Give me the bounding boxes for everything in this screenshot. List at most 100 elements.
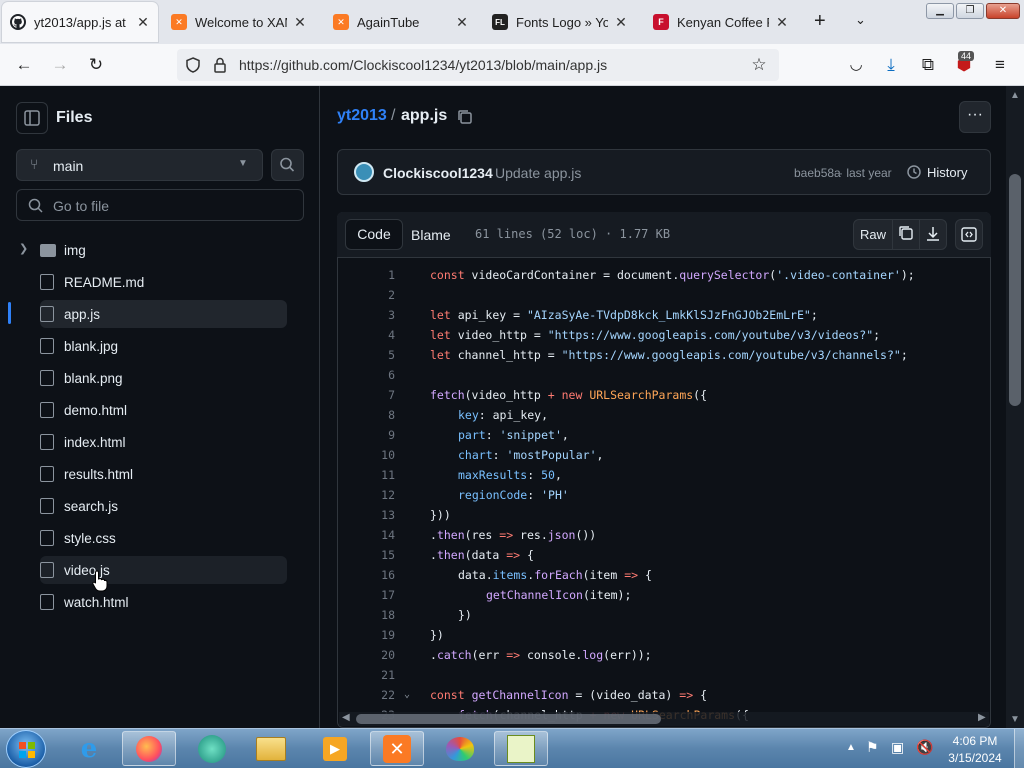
tree-item-label: img	[64, 242, 86, 258]
close-window-button[interactable]: ✕	[986, 3, 1020, 19]
line-number: 2	[388, 288, 395, 302]
tree-item-blank-png[interactable]: blank.png	[40, 364, 287, 392]
back-icon[interactable]: ←	[13, 54, 35, 76]
tree-item-results-html[interactable]: results.html	[40, 460, 287, 488]
symbols-panel-button[interactable]	[955, 219, 983, 250]
close-icon[interactable]: ✕	[293, 14, 307, 31]
close-icon[interactable]: ✕	[136, 14, 150, 31]
history-button[interactable]: History	[927, 165, 967, 180]
code-line: 22 ⌄ const getChannelIcon = (video_data) =…	[339, 685, 989, 705]
new-tab-button[interactable]: +	[814, 10, 826, 33]
url-text[interactable]: https://github.com/Clockiscool1234/yt201…	[239, 57, 607, 73]
tree-item-search-js[interactable]: search.js	[40, 492, 287, 520]
bookmark-star-icon[interactable]: ☆	[748, 54, 770, 76]
line-number: 20	[381, 648, 395, 662]
raw-button[interactable]: Raw	[853, 219, 893, 250]
tab-blame[interactable]: Blame	[411, 227, 451, 243]
pocket-icon[interactable]: ◡	[845, 54, 867, 76]
line-number: 14	[381, 528, 395, 542]
close-icon[interactable]: ✕	[455, 14, 469, 31]
download-icon[interactable]: ⤓	[880, 54, 902, 76]
copy-raw-button[interactable]	[892, 219, 920, 250]
commit-message[interactable]: Update app.js	[495, 165, 581, 181]
minimize-button[interactable]: ▁	[926, 3, 954, 19]
download-raw-button[interactable]	[919, 219, 947, 250]
show-hidden-icons[interactable]: ▲	[846, 742, 856, 753]
scroll-right-icon[interactable]: ▶	[978, 712, 986, 723]
tree-item-appjs[interactable]: app.js	[40, 300, 287, 328]
volume-muted-icon[interactable]: 🔇	[916, 739, 933, 756]
paint-taskbar-icon[interactable]	[433, 731, 487, 766]
close-icon[interactable]: ✕	[775, 14, 789, 31]
code-line: 21	[339, 665, 989, 685]
code-line: 11 maxResults: 50,	[339, 465, 989, 485]
tree-item-label: index.html	[64, 434, 126, 450]
file-icon	[40, 338, 54, 354]
restore-button[interactable]: ❐	[956, 3, 984, 19]
start-button[interactable]	[6, 730, 46, 768]
lock-icon[interactable]	[212, 56, 228, 74]
audio-editor-taskbar-icon[interactable]	[494, 731, 548, 766]
forward-icon[interactable]: →	[49, 54, 71, 76]
file-icon	[40, 498, 54, 514]
xampp-taskbar-icon[interactable]: ✕	[370, 731, 424, 766]
app-taskbar-icon[interactable]	[185, 731, 239, 766]
tree-item-blank-jpg[interactable]: blank.jpg	[40, 332, 287, 360]
hand-cursor-icon	[92, 570, 108, 597]
commit-sha[interactable]: baeb58a	[794, 166, 841, 180]
tab-list-icon[interactable]: ⌄	[855, 12, 866, 28]
goto-file-input[interactable]: Go to file	[16, 189, 304, 221]
reload-icon[interactable]: ↻	[85, 54, 107, 76]
clock-time[interactable]: 4:06 PM	[945, 734, 1005, 748]
tree-item-watch-html[interactable]: watch.html	[40, 588, 287, 616]
history-icon[interactable]	[906, 164, 922, 185]
tab-fontslogo[interactable]: FL Fonts Logo » Youtu ✕	[484, 2, 636, 42]
menu-icon[interactable]: ≡	[989, 54, 1011, 76]
tree-item-label: README.md	[64, 274, 145, 290]
file-icon	[40, 594, 54, 610]
extensions-icon[interactable]: ⧉	[917, 54, 939, 76]
search-files-button[interactable]	[271, 149, 304, 181]
avatar[interactable]	[354, 162, 374, 182]
show-desktop-button[interactable]	[1014, 729, 1024, 768]
scroll-down-icon[interactable]: ▼	[1010, 714, 1020, 725]
tree-item-demo-html[interactable]: demo.html	[40, 396, 287, 424]
scroll-left-icon[interactable]: ◀	[342, 712, 350, 723]
fold-chevron-icon[interactable]: ⌄	[404, 685, 410, 705]
tab-kenyan-coffee[interactable]: F Kenyan Coffee Fon ✕	[645, 2, 797, 42]
media-player-taskbar-icon[interactable]: ▶	[308, 731, 362, 766]
branch-name: main	[53, 158, 84, 174]
copy-path-icon[interactable]	[456, 108, 474, 131]
tree-item-index-html[interactable]: index.html	[40, 428, 287, 456]
tab-xampp[interactable]: ✕ Welcome to XAMPP ✕	[163, 2, 315, 42]
chevron-right-icon[interactable]: ❯	[19, 242, 28, 255]
code-line: 18})	[339, 605, 989, 625]
action-center-flag-icon[interactable]: ⚑	[866, 739, 879, 756]
tab-code[interactable]: Code	[345, 219, 403, 250]
fontspace-icon: F	[653, 14, 669, 30]
vertical-scroll-thumb[interactable]	[1009, 174, 1021, 406]
breadcrumb-repo-link[interactable]: yt2013	[337, 107, 387, 125]
more-options-button[interactable]: ···	[959, 101, 991, 133]
caret-down-icon: ▼	[238, 158, 248, 169]
clock-date[interactable]: 3/15/2024	[945, 751, 1005, 765]
tree-item-video-js[interactable]: video.js	[40, 556, 287, 584]
collapse-sidebar-button[interactable]	[16, 102, 48, 134]
extension-badge: 44	[958, 51, 975, 61]
tab-againtube[interactable]: ✕ AgainTube ✕	[325, 2, 477, 42]
commit-author[interactable]: Clockiscool1234	[383, 165, 493, 181]
code-line: 16 data.items.forEach(item => {	[339, 565, 989, 585]
tree-item-style-css[interactable]: style.css	[40, 524, 287, 552]
explorer-taskbar-icon[interactable]	[244, 731, 298, 766]
firefox-taskbar-icon[interactable]	[122, 731, 176, 766]
horizontal-scroll-thumb[interactable]	[356, 714, 661, 724]
tree-item-img[interactable]: img	[40, 236, 287, 264]
shield-icon[interactable]	[184, 56, 202, 74]
network-icon[interactable]: ▣	[891, 739, 904, 756]
scroll-up-icon[interactable]: ▲	[1010, 90, 1020, 101]
ie-taskbar-icon[interactable]: e	[62, 731, 116, 766]
tab-github[interactable]: yt2013/app.js at ma ✕	[2, 2, 158, 42]
files-title: Files	[56, 109, 93, 126]
close-icon[interactable]: ✕	[614, 14, 628, 31]
tree-item-readme[interactable]: README.md	[40, 268, 287, 296]
